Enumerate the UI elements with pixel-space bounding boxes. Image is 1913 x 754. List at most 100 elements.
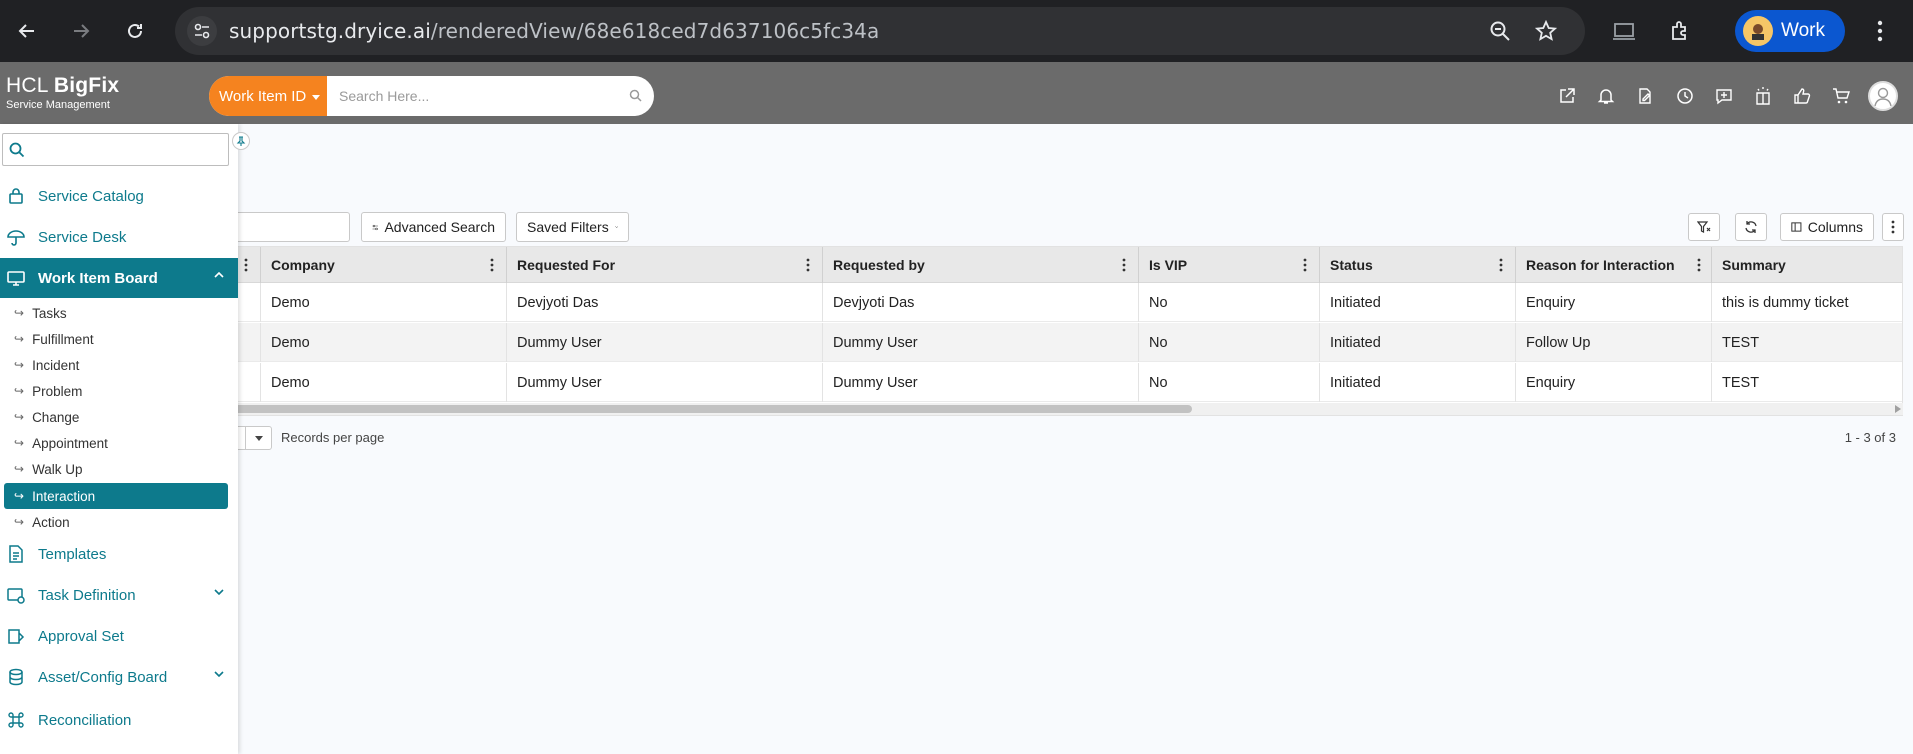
sidebar-subitem-label: Interaction	[32, 488, 96, 504]
column-header-company[interactable]: Company	[261, 247, 507, 283]
sub-arrow-icon: ↪	[14, 489, 25, 503]
sidebar-item-asset-config-board[interactable]: Asset/Config Board	[0, 657, 238, 697]
pin-icon[interactable]	[232, 132, 250, 150]
sidebar-subitem-fulfillment[interactable]: ↪ Fulfillment	[4, 327, 228, 351]
sidebar-subitem-interaction[interactable]: ↪ Interaction	[4, 483, 228, 509]
chevron-down-icon[interactable]	[214, 589, 224, 595]
cast-icon[interactable]	[1610, 17, 1638, 45]
column-header-status[interactable]: Status	[1320, 247, 1516, 283]
sidebar-item-work-item-board[interactable]: Work Item Board	[0, 258, 238, 298]
url-host: supportstg.dryice.ai	[229, 19, 431, 43]
interaction-table: Company Requested For Requested by Is VI…	[190, 246, 1903, 416]
column-header-is-vip[interactable]: Is VIP	[1139, 247, 1320, 283]
saved-filters-button[interactable]: Saved Filters	[516, 212, 629, 242]
column-header-requested-for[interactable]: Requested For	[507, 247, 823, 283]
extensions-icon[interactable]	[1666, 17, 1694, 45]
advanced-search-button[interactable]: Advanced Search	[361, 212, 506, 242]
sidebar-subitem-label: Tasks	[32, 305, 67, 321]
zoom-icon[interactable]	[1488, 19, 1512, 43]
table-cell: Demo	[261, 323, 507, 362]
knowledge-book-icon[interactable]	[1751, 84, 1775, 108]
column-menu-icon[interactable]	[1303, 258, 1307, 272]
refresh-button[interactable]	[1735, 213, 1767, 241]
brand-name-light: HCL	[6, 74, 54, 97]
sidebar-item-task-definition[interactable]: Task Definition	[0, 575, 238, 615]
sidebar-subitem-walk-up[interactable]: ↪ Walk Up	[4, 457, 228, 481]
sidebar-item-service-desk[interactable]: Service Desk	[0, 217, 238, 257]
horizontal-scrollbar[interactable]	[190, 403, 1903, 415]
bookmark-star-icon[interactable]	[1534, 19, 1558, 43]
user-avatar-icon[interactable]	[1868, 81, 1898, 111]
column-menu-icon[interactable]	[490, 258, 494, 272]
sidebar-item-label: Templates	[38, 545, 107, 563]
column-menu-icon[interactable]	[806, 258, 810, 272]
table-cell: Enquiry	[1516, 283, 1712, 322]
reload-icon[interactable]	[120, 16, 150, 46]
search-filter-dropdown[interactable]: Work Item ID	[209, 76, 327, 116]
forward-icon[interactable]	[66, 16, 96, 46]
browser-menu-icon[interactable]	[1866, 17, 1894, 45]
column-menu-icon[interactable]	[1122, 258, 1126, 272]
bell-icon[interactable]	[1594, 84, 1618, 108]
external-link-icon[interactable]	[1555, 84, 1579, 108]
table-row[interactable]: Demo Dummy User Dummy User No Initiated …	[191, 363, 1902, 402]
site-info-icon[interactable]	[187, 16, 217, 46]
back-icon[interactable]	[12, 16, 42, 46]
sidebar-item-label: Service Desk	[38, 228, 127, 246]
table-cell: Demo	[261, 283, 507, 322]
thumbs-up-icon[interactable]	[1790, 84, 1814, 108]
column-header-requested-by[interactable]: Requested by	[823, 247, 1139, 283]
table-cell: Dummy User	[507, 363, 823, 402]
edit-document-icon[interactable]	[1633, 84, 1657, 108]
table-row[interactable]: Demo Devjyoti Das Devjyoti Das No Initia…	[191, 283, 1902, 322]
scrollbar-thumb[interactable]	[190, 405, 1192, 413]
brand-logo[interactable]: HCL BigFix Service Management	[6, 74, 119, 111]
chevron-up-icon[interactable]	[214, 272, 224, 278]
sidebar-subitem-problem[interactable]: ↪ Problem	[4, 379, 228, 403]
table-row[interactable]: Demo Dummy User Dummy User No Initiated …	[191, 323, 1902, 362]
history-clock-icon[interactable]	[1673, 84, 1697, 108]
sidebar-item-service-catalog[interactable]: Service Catalog	[0, 176, 238, 216]
table-cell: Dummy User	[507, 323, 823, 362]
sidebar-search-input[interactable]	[2, 133, 229, 166]
table-cell: this is dummy ticket	[1722, 294, 1849, 311]
chevron-down-icon[interactable]	[214, 671, 224, 677]
sidebar-item-approval-set[interactable]: Approval Set	[0, 616, 238, 656]
column-menu-icon[interactable]	[244, 258, 248, 272]
search-input[interactable]	[339, 76, 619, 116]
add-comment-icon[interactable]	[1712, 84, 1736, 108]
table-header: Company Requested For Requested by Is VI…	[191, 247, 1902, 283]
more-options-button[interactable]	[1882, 213, 1904, 241]
url-text: supportstg.dryice.ai/renderedView/68e618…	[229, 19, 879, 43]
caret-down-icon[interactable]	[245, 427, 271, 449]
column-menu-icon[interactable]	[1499, 258, 1503, 272]
sidebar-subitem-label: Problem	[32, 383, 83, 399]
sidebar-subitem-appointment[interactable]: ↪ Appointment	[4, 431, 228, 455]
address-bar[interactable]: supportstg.dryice.ai/renderedView/68e618…	[175, 7, 1585, 55]
columns-button[interactable]: Columns	[1780, 213, 1874, 241]
sidebar-item-templates[interactable]: Templates	[0, 534, 238, 574]
column-label: Summary	[1722, 257, 1786, 273]
search-icon[interactable]	[629, 89, 642, 102]
sidebar-item-reconciliation[interactable]: Reconciliation	[0, 700, 238, 740]
sub-arrow-icon: ↪	[14, 384, 25, 398]
column-header-reason[interactable]: Reason for Interaction	[1516, 247, 1712, 283]
sidebar-subitem-action[interactable]: ↪ Action	[4, 510, 228, 534]
column-header-summary[interactable]: Summary	[1712, 247, 1902, 283]
bag-icon	[6, 186, 26, 206]
sidebar-subitem-change[interactable]: ↪ Change	[4, 405, 228, 429]
cart-icon[interactable]	[1829, 84, 1853, 108]
column-menu-icon[interactable]	[1697, 258, 1701, 272]
document-icon	[6, 544, 26, 564]
browser-chrome: supportstg.dryice.ai/renderedView/68e618…	[0, 0, 1913, 62]
table-cell: Devjyoti Das	[823, 283, 1139, 322]
profile-button[interactable]: Work	[1735, 10, 1845, 52]
profile-label: Work	[1781, 20, 1825, 41]
database-icon	[6, 667, 26, 687]
column-label: Status	[1330, 257, 1373, 273]
scroll-right-icon[interactable]	[1895, 405, 1901, 413]
sidebar-subitem-tasks[interactable]: ↪ Tasks	[4, 301, 228, 325]
clear-filter-button[interactable]	[1688, 213, 1720, 241]
sidebar-subitem-incident[interactable]: ↪ Incident	[4, 353, 228, 377]
sidebar-item-label: Task Definition	[38, 586, 136, 604]
